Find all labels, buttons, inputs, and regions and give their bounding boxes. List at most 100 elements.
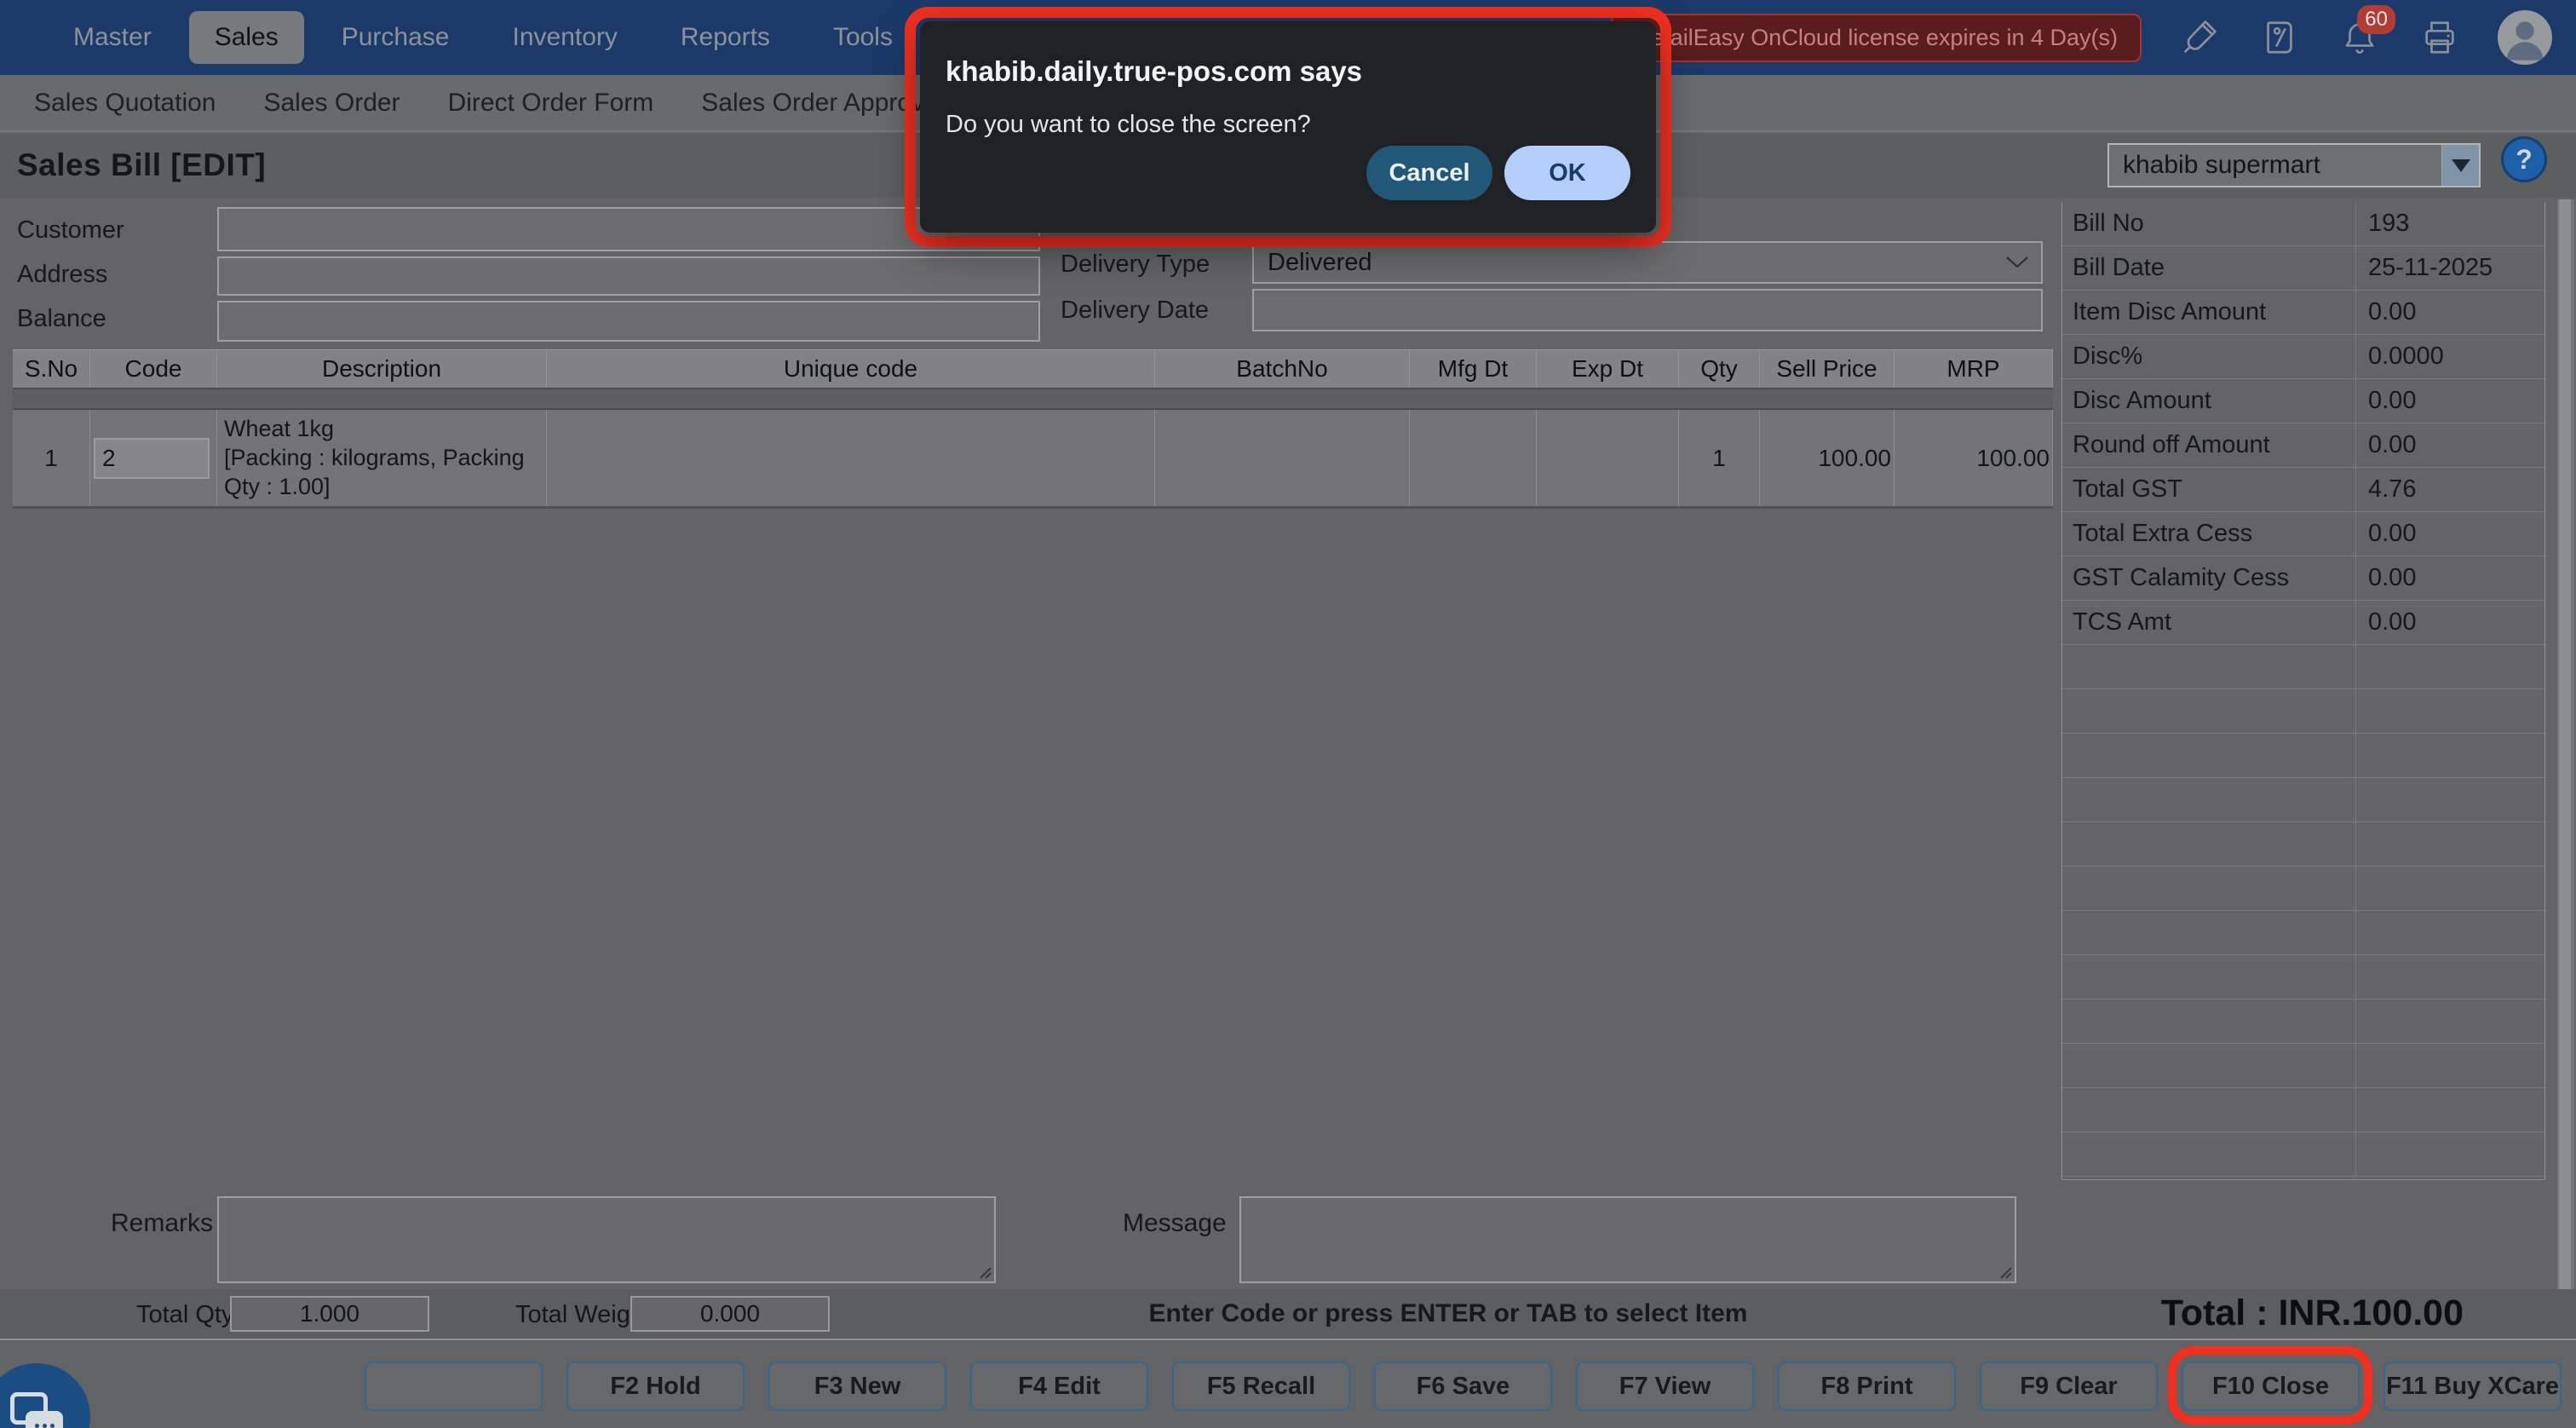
summary-label: Total Extra Cess	[2062, 512, 2356, 556]
notifications-bell-icon[interactable]: 60	[2337, 5, 2395, 60]
f6-save-button[interactable]: F6 Save	[1374, 1362, 1552, 1411]
vertical-scrollbar[interactable]	[2557, 199, 2574, 1314]
items-table: S.No Code Description Unique code BatchN…	[13, 349, 2053, 510]
summary-label: GST Calamity Cess	[2062, 556, 2356, 600]
help-button[interactable]: ?	[2501, 136, 2547, 182]
resize-handle-icon[interactable]	[975, 1263, 992, 1280]
summary-value: 25-11-2025	[2368, 254, 2493, 281]
summary-value: 0.00	[2368, 520, 2417, 547]
nav-item-sales[interactable]: Sales	[188, 11, 304, 64]
summary-empty-row	[2062, 999, 2544, 1044]
f9-clear-button[interactable]: F9 Clear	[1980, 1362, 2158, 1411]
message-label: Message	[1123, 1209, 1227, 1237]
f4-edit-button[interactable]: F4 Edit	[970, 1362, 1148, 1411]
nav-item-reports[interactable]: Reports	[655, 11, 796, 64]
delivery-date-input[interactable]	[1252, 289, 2043, 331]
scrollbar-thumb[interactable]	[2559, 199, 2571, 1314]
store-selector-dropdown[interactable]: khabib supermart	[2107, 143, 2481, 187]
subnav-direct-order-form[interactable]: Direct Order Form	[448, 89, 654, 118]
dialog-message: Do you want to close the screen?	[946, 111, 1311, 138]
paint-brush-icon[interactable]	[2177, 15, 2222, 60]
table-row[interactable]: 1 2 Wheat 1kg [Packing : kilograms, Pack…	[13, 410, 2053, 510]
f8-print-button[interactable]: F8 Print	[1778, 1362, 1956, 1411]
balance-input[interactable]	[217, 301, 1040, 342]
delivery-type-select[interactable]: Delivered	[1252, 241, 2043, 284]
summary-empty-row	[2062, 689, 2544, 734]
f5-recall-button[interactable]: F5 Recall	[1172, 1362, 1350, 1411]
summary-value: 0.00	[2368, 298, 2417, 325]
subnav-sales-quotation[interactable]: Sales Quotation	[34, 89, 216, 118]
summary-value: 0.00	[2368, 387, 2417, 414]
user-avatar[interactable]	[2498, 10, 2552, 65]
subnav-sales-order[interactable]: Sales Order	[263, 89, 400, 118]
summary-empty-row	[2062, 734, 2544, 778]
customer-input[interactable]	[217, 207, 1040, 251]
cell-code: 2	[90, 410, 217, 507]
total-qty-input[interactable]: 1.000	[230, 1296, 429, 1332]
remarks-textarea[interactable]	[217, 1196, 996, 1283]
item-entry-hint: Enter Code or press ENTER or TAB to sele…	[1148, 1299, 1748, 1327]
summary-row-disc-amount: Disc Amount 0.00	[2062, 379, 2544, 423]
printer-icon[interactable]	[2418, 15, 2462, 60]
store-selector-arrow-button[interactable]	[2441, 145, 2479, 186]
summary-row-bill-no: Bill No 193	[2062, 202, 2544, 246]
summary-row-total-gst: Total GST 4.76	[2062, 468, 2544, 512]
delivery-type-value: Delivered	[1268, 248, 1372, 276]
col-header-code: Code	[90, 350, 217, 388]
address-input[interactable]	[217, 256, 1040, 296]
nav-item-tools[interactable]: Tools	[808, 11, 918, 64]
f2-hold-button[interactable]: F2 Hold	[566, 1362, 745, 1411]
function-buttons-row: F2 Hold F3 New F4 Edit F5 Recall F6 Save…	[365, 1362, 2562, 1411]
bill-summary-panel: Bill No 193 Bill Date 25-11-2025 Item Di…	[2061, 202, 2545, 1180]
nav-item-inventory[interactable]: Inventory	[486, 11, 642, 64]
f7-view-button[interactable]: F7 View	[1576, 1362, 1754, 1411]
summary-empty-row	[2062, 1088, 2544, 1132]
summary-label: Item Disc Amount	[2062, 291, 2356, 334]
totals-band: Total Qty 1.000 Total Weight 0.000 Enter…	[0, 1289, 2576, 1339]
summary-value: 4.76	[2368, 475, 2417, 503]
total-weight-input[interactable]: 0.000	[630, 1296, 830, 1332]
ok-button[interactable]: OK	[1504, 146, 1630, 200]
store-selector-value: khabib supermart	[2123, 151, 2320, 179]
summary-row-disc-percent: Disc% 0.0000	[2062, 335, 2544, 379]
question-mark-icon: ?	[2516, 143, 2533, 175]
summary-empty-row	[2062, 911, 2544, 955]
cell-mfg-dt	[1410, 410, 1537, 507]
f1-blank-button[interactable]	[365, 1362, 543, 1411]
top-nav-right-cluster: RetailEasy OnCloud license expires in 4 …	[1610, 0, 2552, 75]
subnav-sales-order-approval[interactable]: Sales Order Approval	[701, 89, 944, 118]
summary-value: 0.00	[2368, 431, 2417, 458]
item-description-line2: [Packing : kilograms, Packing Qty : 1.00…	[224, 444, 525, 499]
chevron-down-icon	[2006, 256, 2028, 268]
f3-new-button[interactable]: F3 New	[768, 1362, 946, 1411]
summary-empty-row	[2062, 778, 2544, 822]
f11-buy-xcare-button[interactable]: F11 Buy XCare	[2383, 1362, 2562, 1411]
nav-item-purchase[interactable]: Purchase	[316, 11, 475, 64]
item-description-line1: Wheat 1kg	[224, 416, 335, 441]
summary-value: 0.0000	[2368, 343, 2444, 370]
nav-item-master[interactable]: Master	[48, 11, 177, 64]
col-header-sno: S.No	[13, 350, 90, 388]
item-code-input[interactable]: 2	[94, 437, 210, 479]
cell-sell-price: 100.00	[1760, 410, 1895, 507]
total-qty-label: Total Qty	[136, 1301, 234, 1328]
summary-empty-row	[2062, 955, 2544, 999]
summary-label: Disc%	[2062, 335, 2356, 378]
browser-confirm-dialog: khabib.daily.true-pos.com says Do you wa…	[920, 21, 1656, 233]
license-warning-badge[interactable]: RetailEasy OnCloud license expires in 4 …	[1610, 13, 2142, 62]
resize-handle-icon[interactable]	[1996, 1263, 2013, 1280]
delivery-type-label: Delivery Type	[1061, 250, 1210, 278]
summary-label: Bill No	[2062, 202, 2356, 245]
summary-row-gst-calamity-cess: GST Calamity Cess 0.00	[2062, 556, 2544, 601]
col-header-sell-price: Sell Price	[1760, 350, 1895, 388]
cell-description: Wheat 1kg [Packing : kilograms, Packing …	[217, 410, 547, 507]
summary-empty-row	[2062, 1132, 2544, 1177]
f10-close-button[interactable]: F10 Close	[2182, 1362, 2360, 1411]
cancel-button[interactable]: Cancel	[1366, 146, 1492, 200]
message-textarea[interactable]	[1239, 1196, 2016, 1283]
app-logo-icon[interactable]	[2257, 15, 2302, 60]
items-table-header: S.No Code Description Unique code BatchN…	[13, 349, 2053, 388]
summary-row-bill-date: Bill Date 25-11-2025	[2062, 246, 2544, 291]
customer-label: Customer	[17, 216, 124, 244]
chat-bubble-dots-icon	[26, 1411, 63, 1428]
